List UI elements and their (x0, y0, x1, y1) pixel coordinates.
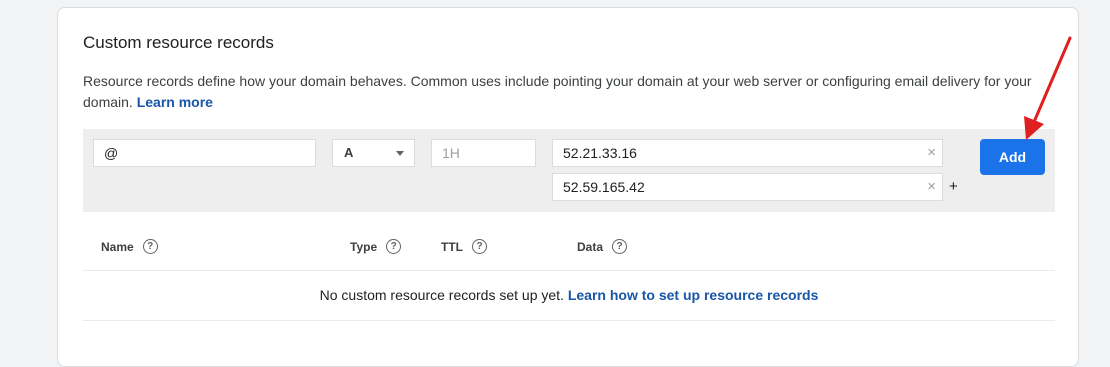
empty-state: No custom resource records set up yet. L… (83, 271, 1055, 321)
section-description: Resource records define how your domain … (83, 71, 1043, 113)
data-field-2: × (552, 173, 943, 201)
chevron-down-icon (396, 151, 404, 156)
red-arrow-icon (1024, 36, 1072, 140)
close-icon[interactable]: × (927, 177, 936, 197)
column-label: Type (350, 239, 378, 254)
column-label: TTL (441, 239, 463, 254)
description-text: Resource records define how your domain … (83, 73, 1032, 110)
ttl-input[interactable] (431, 139, 536, 167)
close-icon[interactable]: × (927, 143, 936, 163)
column-label: Data (577, 239, 604, 254)
add-data-icon[interactable]: + (949, 178, 958, 196)
add-button[interactable]: Add (980, 139, 1045, 175)
type-selected-value: A (344, 145, 354, 160)
column-header-type: Type ? (350, 239, 402, 254)
data-field-1: × (552, 139, 943, 167)
data-input-2[interactable] (553, 174, 913, 200)
help-circle-icon[interactable]: ? (472, 239, 487, 254)
help-circle-icon[interactable]: ? (142, 239, 158, 254)
custom-records-card: Custom resource records Resource records… (57, 7, 1079, 367)
data-input-1[interactable] (553, 140, 913, 166)
setup-help-link[interactable]: Learn how to set up resource records (568, 287, 819, 303)
empty-state-text: No custom resource records set up yet. (319, 287, 564, 303)
section-title: Custom resource records (83, 33, 274, 52)
record-edit-row: A × × + Add (83, 129, 1055, 212)
learn-more-link[interactable]: Learn more (137, 94, 213, 110)
column-header-data: Data ? (577, 239, 628, 254)
help-circle-icon[interactable]: ? (612, 239, 628, 254)
help-circle-icon[interactable]: ? (386, 239, 402, 254)
column-header-name: Name ? (101, 239, 158, 254)
column-label: Name (101, 239, 134, 254)
table-header: Name ? Type ? TTL ? Data ? (83, 234, 1055, 271)
type-select[interactable]: A (332, 139, 415, 167)
column-header-ttl: TTL ? (441, 239, 487, 254)
name-input[interactable] (93, 139, 316, 167)
